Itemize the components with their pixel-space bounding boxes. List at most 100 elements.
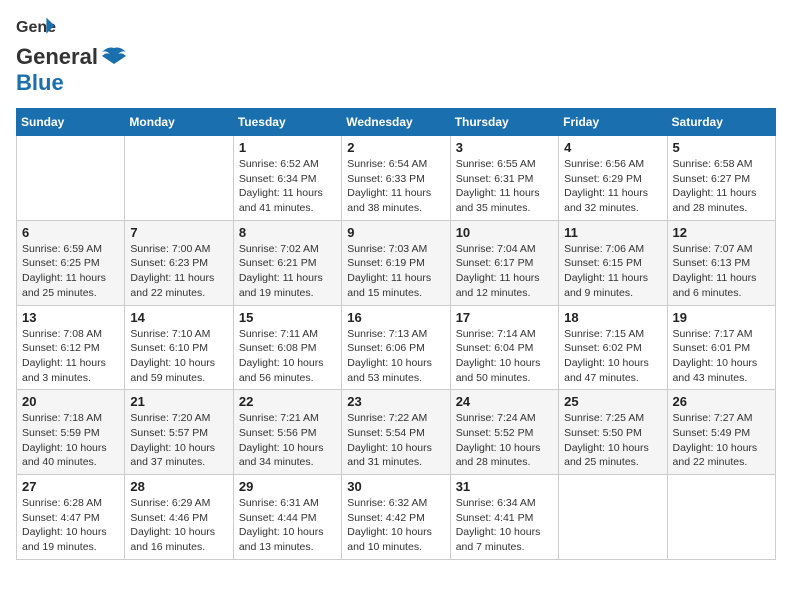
- day-info: Sunrise: 6:58 AMSunset: 6:27 PMDaylight:…: [673, 157, 770, 216]
- day-number: 25: [564, 394, 661, 409]
- day-number: 31: [456, 479, 553, 494]
- calendar-cell: 11 Sunrise: 7:06 AMSunset: 6:15 PMDayligh…: [559, 220, 667, 305]
- day-info: Sunrise: 7:11 AMSunset: 6:08 PMDaylight:…: [239, 327, 336, 386]
- week-row-2: 6 Sunrise: 6:59 AMSunset: 6:25 PMDaylight…: [17, 220, 776, 305]
- calendar-cell: 19 Sunrise: 7:17 AMSunset: 6:01 PMDayligh…: [667, 305, 775, 390]
- weekday-header-wednesday: Wednesday: [342, 109, 450, 136]
- day-number: 18: [564, 310, 661, 325]
- calendar-cell: 23Sunrise: 7:22 AMSunset: 5:54 PMDayligh…: [342, 390, 450, 475]
- day-number: 3: [456, 140, 553, 155]
- calendar-cell: 8Sunrise: 7:02 AMSunset: 6:21 PMDaylight…: [233, 220, 341, 305]
- week-row-1: 1 Sunrise: 6:52 AMSunset: 6:34 PMDaylight…: [17, 136, 776, 221]
- weekday-header-thursday: Thursday: [450, 109, 558, 136]
- day-number: 14: [130, 310, 227, 325]
- day-info: Sunrise: 7:24 AMSunset: 5:52 PMDaylight:…: [456, 411, 553, 470]
- weekday-header-friday: Friday: [559, 109, 667, 136]
- day-number: 13: [22, 310, 119, 325]
- calendar-cell: 27 Sunrise: 6:28 AMSunset: 4:47 PMDayligh…: [17, 475, 125, 560]
- day-info: Sunrise: 7:20 AMSunset: 5:57 PMDaylight:…: [130, 411, 227, 470]
- day-info: Sunrise: 6:59 AMSunset: 6:25 PMDaylight:…: [22, 242, 119, 301]
- calendar-cell: 25Sunrise: 7:25 AMSunset: 5:50 PMDayligh…: [559, 390, 667, 475]
- weekday-header-saturday: Saturday: [667, 109, 775, 136]
- day-number: 1: [239, 140, 336, 155]
- logo-icon: General: [16, 16, 56, 44]
- day-info: Sunrise: 6:28 AMSunset: 4:47 PMDaylight:…: [22, 496, 119, 555]
- day-info: Sunrise: 7:06 AMSunset: 6:15 PMDaylight:…: [564, 242, 661, 301]
- calendar-cell: 4 Sunrise: 6:56 AMSunset: 6:29 PMDaylight…: [559, 136, 667, 221]
- calendar-cell: 10 Sunrise: 7:04 AMSunset: 6:17 PMDayligh…: [450, 220, 558, 305]
- calendar-cell: [559, 475, 667, 560]
- day-number: 20: [22, 394, 119, 409]
- weekday-header-monday: Monday: [125, 109, 233, 136]
- day-info: Sunrise: 7:21 AMSunset: 5:56 PMDaylight:…: [239, 411, 336, 470]
- day-number: 9: [347, 225, 444, 240]
- weekday-header-tuesday: Tuesday: [233, 109, 341, 136]
- day-info: Sunrise: 6:55 AMSunset: 6:31 PMDaylight:…: [456, 157, 553, 216]
- day-info: Sunrise: 6:31 AMSunset: 4:44 PMDaylight:…: [239, 496, 336, 555]
- day-info: Sunrise: 6:32 AMSunset: 4:42 PMDaylight:…: [347, 496, 444, 555]
- calendar-cell: 9 Sunrise: 7:03 AMSunset: 6:19 PMDaylight…: [342, 220, 450, 305]
- calendar-cell: 29 Sunrise: 6:31 AMSunset: 4:44 PMDayligh…: [233, 475, 341, 560]
- calendar-cell: 6 Sunrise: 6:59 AMSunset: 6:25 PMDaylight…: [17, 220, 125, 305]
- day-number: 27: [22, 479, 119, 494]
- calendar-cell: 13Sunrise: 7:08 AMSunset: 6:12 PMDayligh…: [17, 305, 125, 390]
- day-number: 6: [22, 225, 119, 240]
- day-number: 19: [673, 310, 770, 325]
- calendar-cell: [125, 136, 233, 221]
- calendar-cell: 12Sunrise: 7:07 AMSunset: 6:13 PMDayligh…: [667, 220, 775, 305]
- week-row-3: 13Sunrise: 7:08 AMSunset: 6:12 PMDayligh…: [17, 305, 776, 390]
- page-header: General General Blue: [16, 16, 776, 96]
- day-number: 2: [347, 140, 444, 155]
- week-row-4: 20 Sunrise: 7:18 AMSunset: 5:59 PMDayligh…: [17, 390, 776, 475]
- logo-general-text: General: [16, 44, 98, 70]
- day-info: Sunrise: 7:15 AMSunset: 6:02 PMDaylight:…: [564, 327, 661, 386]
- calendar-cell: 28 Sunrise: 6:29 AMSunset: 4:46 PMDayligh…: [125, 475, 233, 560]
- calendar-cell: 1 Sunrise: 6:52 AMSunset: 6:34 PMDaylight…: [233, 136, 341, 221]
- weekday-header-row: SundayMondayTuesdayWednesdayThursdayFrid…: [17, 109, 776, 136]
- calendar-cell: 15 Sunrise: 7:11 AMSunset: 6:08 PMDayligh…: [233, 305, 341, 390]
- day-info: Sunrise: 7:04 AMSunset: 6:17 PMDaylight:…: [456, 242, 553, 301]
- day-info: Sunrise: 7:00 AMSunset: 6:23 PMDaylight:…: [130, 242, 227, 301]
- calendar-cell: 31 Sunrise: 6:34 AMSunset: 4:41 PMDayligh…: [450, 475, 558, 560]
- calendar-cell: 16 Sunrise: 7:13 AMSunset: 6:06 PMDayligh…: [342, 305, 450, 390]
- day-number: 11: [564, 225, 661, 240]
- day-info: Sunrise: 6:52 AMSunset: 6:34 PMDaylight:…: [239, 157, 336, 216]
- day-info: Sunrise: 6:56 AMSunset: 6:29 PMDaylight:…: [564, 157, 661, 216]
- day-number: 7: [130, 225, 227, 240]
- calendar-cell: [17, 136, 125, 221]
- calendar-cell: [667, 475, 775, 560]
- logo-blue-text: Blue: [16, 70, 64, 95]
- day-info: Sunrise: 7:02 AMSunset: 6:21 PMDaylight:…: [239, 242, 336, 301]
- calendar-cell: 26Sunrise: 7:27 AMSunset: 5:49 PMDayligh…: [667, 390, 775, 475]
- weekday-header-sunday: Sunday: [17, 109, 125, 136]
- calendar-cell: 14Sunrise: 7:10 AMSunset: 6:10 PMDayligh…: [125, 305, 233, 390]
- day-info: Sunrise: 7:14 AMSunset: 6:04 PMDaylight:…: [456, 327, 553, 386]
- calendar-cell: 3 Sunrise: 6:55 AMSunset: 6:31 PMDaylight…: [450, 136, 558, 221]
- calendar-table: SundayMondayTuesdayWednesdayThursdayFrid…: [16, 108, 776, 560]
- day-number: 28: [130, 479, 227, 494]
- day-number: 17: [456, 310, 553, 325]
- day-info: Sunrise: 6:29 AMSunset: 4:46 PMDaylight:…: [130, 496, 227, 555]
- day-info: Sunrise: 7:18 AMSunset: 5:59 PMDaylight:…: [22, 411, 119, 470]
- day-number: 15: [239, 310, 336, 325]
- day-info: Sunrise: 6:54 AMSunset: 6:33 PMDaylight:…: [347, 157, 444, 216]
- day-info: Sunrise: 7:13 AMSunset: 6:06 PMDaylight:…: [347, 327, 444, 386]
- day-number: 24: [456, 394, 553, 409]
- day-info: Sunrise: 7:03 AMSunset: 6:19 PMDaylight:…: [347, 242, 444, 301]
- day-number: 4: [564, 140, 661, 155]
- calendar-cell: 24 Sunrise: 7:24 AMSunset: 5:52 PMDayligh…: [450, 390, 558, 475]
- logo: General General Blue: [16, 16, 130, 96]
- day-number: 30: [347, 479, 444, 494]
- day-number: 10: [456, 225, 553, 240]
- day-number: 23: [347, 394, 444, 409]
- day-number: 16: [347, 310, 444, 325]
- calendar-cell: 7 Sunrise: 7:00 AMSunset: 6:23 PMDaylight…: [125, 220, 233, 305]
- day-info: Sunrise: 7:07 AMSunset: 6:13 PMDaylight:…: [673, 242, 770, 301]
- week-row-5: 27 Sunrise: 6:28 AMSunset: 4:47 PMDayligh…: [17, 475, 776, 560]
- day-number: 29: [239, 479, 336, 494]
- day-info: Sunrise: 7:17 AMSunset: 6:01 PMDaylight:…: [673, 327, 770, 386]
- day-number: 5: [673, 140, 770, 155]
- day-number: 22: [239, 394, 336, 409]
- day-number: 21: [130, 394, 227, 409]
- day-info: Sunrise: 6:34 AMSunset: 4:41 PMDaylight:…: [456, 496, 553, 555]
